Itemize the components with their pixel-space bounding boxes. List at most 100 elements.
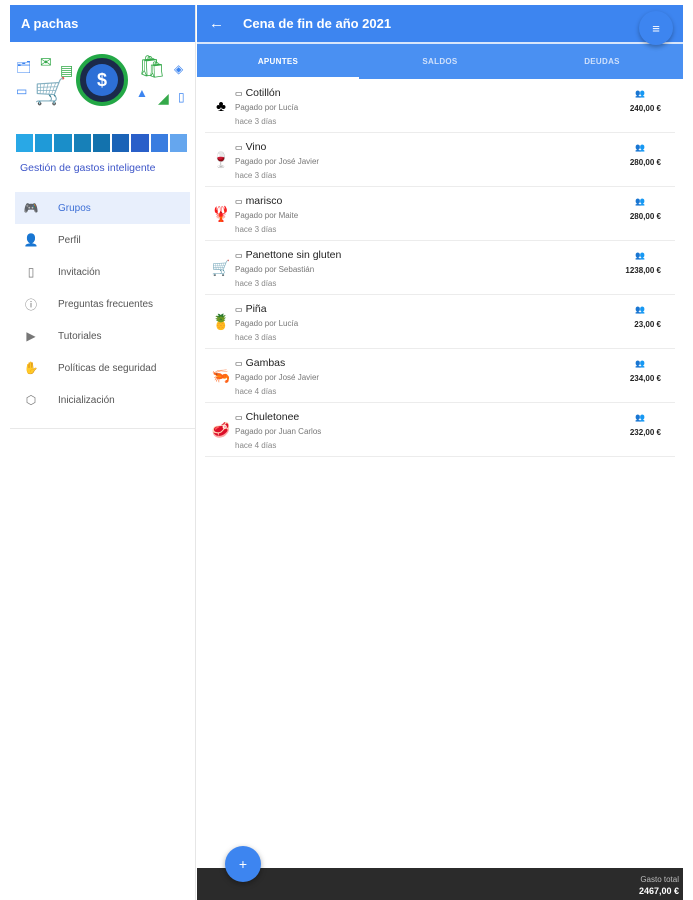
expense-name-wrap: ▭ marisco bbox=[235, 195, 282, 207]
cart-icon: 🗂 bbox=[16, 60, 32, 74]
tab-saldos[interactable]: SALDOS bbox=[359, 44, 521, 79]
expense-time: hace 3 días bbox=[235, 225, 277, 234]
sidebar-item-preguntas-frecuentes[interactable]: ⓘ Preguntas frecuentes bbox=[10, 288, 195, 320]
sidebar-item-label: Invitación bbox=[58, 266, 101, 278]
expense-amount: 234,00 € bbox=[629, 374, 661, 383]
sidebar-menu: 🎮 Grupos 👤 Perfil ▯ Invitación ⓘ Preguntas frec… bbox=[10, 192, 195, 429]
sidebar-item-políticas-de-seguridad[interactable]: ✋ Políticas de seguridad bbox=[10, 352, 195, 384]
palette-swatch bbox=[92, 134, 111, 152]
back-arrow-icon[interactable]: ← bbox=[209, 15, 233, 32]
expense-name-wrap: ▭ Chuletonee bbox=[235, 411, 299, 423]
sidebar-item-label: Perfil bbox=[58, 234, 81, 246]
expense-name-wrap: ▭ Panettone sin gluten bbox=[235, 249, 341, 261]
expense-name: Cotillón bbox=[245, 87, 281, 99]
sidebar-item-label: Preguntas frecuentes bbox=[58, 298, 154, 310]
expense-time: hace 4 días bbox=[235, 387, 277, 396]
tab-deudas[interactable]: DEUDAS bbox=[521, 44, 683, 79]
expense-category-icon: 🦐 bbox=[211, 368, 231, 385]
plus-icon: + bbox=[238, 856, 248, 872]
sidebar-item-grupos[interactable]: 🎮 Grupos bbox=[15, 192, 190, 224]
expense-time: hace 3 días bbox=[235, 117, 277, 126]
sidebar: A pachas 🗂 ✉ ▤ ▭ 🛒 $ 🛍 ◈ ▲ ◢ ▯ Gestión d… bbox=[10, 5, 196, 900]
palette-swatch bbox=[54, 134, 72, 152]
expense-time: hace 4 días bbox=[235, 441, 277, 450]
user-icon: 👤 bbox=[23, 233, 39, 247]
sidebar-item-inicialización[interactable]: ⬡ Inicialización bbox=[10, 384, 195, 416]
expense-name-wrap: ▭ Vino bbox=[235, 141, 266, 153]
expense-name: marisco bbox=[245, 195, 283, 207]
expense-amount: 232,00 € bbox=[629, 428, 661, 437]
palette-swatch bbox=[112, 134, 130, 152]
expense-row[interactable]: ♣ ▭ Cotillón Pagado por Lucía hace 3 días 👥 24… bbox=[205, 79, 675, 133]
palette-swatch bbox=[150, 134, 168, 152]
phone-icon: ▯ bbox=[27, 265, 35, 279]
sidebar-item-perfil[interactable]: 👤 Perfil bbox=[10, 224, 195, 256]
receipt-tag-icon: ▭ bbox=[235, 197, 243, 206]
expense-time: hace 3 días bbox=[235, 279, 277, 288]
hand-icon: ✋ bbox=[23, 361, 39, 375]
expense-name-wrap: ▭ Gambas bbox=[235, 357, 285, 369]
sidebar-item-label: Políticas de seguridad bbox=[58, 362, 157, 374]
expense-row[interactable]: 🦞 ▭ marisco Pagado por Maite hace 3 días 👥 280… bbox=[205, 187, 675, 241]
participants-icon: 👥 bbox=[635, 251, 645, 260]
expense-amount: 1238,00 € bbox=[625, 266, 661, 275]
participants-icon: 👥 bbox=[635, 89, 645, 98]
sidebar-title: A pachas bbox=[10, 5, 195, 42]
add-expense-button[interactable]: + bbox=[225, 846, 261, 882]
brand-tagline: Gestión de gastos inteligente bbox=[20, 162, 156, 174]
expense-category-icon: ♣ bbox=[216, 98, 226, 115]
expense-time: hace 3 días bbox=[235, 171, 277, 180]
palette-swatch bbox=[169, 134, 187, 152]
receipt-tag-icon: ▭ bbox=[235, 359, 243, 368]
group-title: Cena de fin de año 2021 bbox=[243, 16, 392, 31]
expense-category-icon: 🦞 bbox=[211, 206, 231, 223]
expense-row[interactable]: 🛒 ▭ Panettone sin gluten Pagado por Sebasti… bbox=[205, 241, 675, 295]
tab-apuntes[interactable]: APUNTES bbox=[197, 44, 359, 79]
expense-row[interactable]: 🍍 ▭ Piña Pagado por Lucía hace 3 días 👥 23,00 … bbox=[205, 295, 675, 349]
receipt-tag-icon: ▭ bbox=[235, 89, 243, 98]
document-icon: ▯ bbox=[178, 90, 185, 104]
color-palette bbox=[16, 134, 189, 152]
play-icon: ▶ bbox=[26, 329, 36, 343]
expense-amount: 240,00 € bbox=[629, 104, 661, 113]
participants-icon: 👥 bbox=[635, 413, 645, 422]
palette-swatch bbox=[16, 134, 34, 152]
expense-amount: 280,00 € bbox=[629, 158, 661, 167]
expense-category-icon: 🍍 bbox=[211, 314, 231, 331]
menu-button[interactable]: ≡ bbox=[639, 11, 673, 45]
expense-name: Panettone sin gluten bbox=[245, 249, 342, 261]
expense-name: Chuletonee bbox=[245, 411, 300, 423]
total-value: 2467,00 € bbox=[638, 886, 679, 896]
hexagon-icon: ⬡ bbox=[25, 393, 37, 407]
sidebar-item-invitación[interactable]: ▯ Invitación bbox=[10, 256, 195, 288]
expense-name: Vino bbox=[245, 141, 267, 153]
expense-payer: Pagado por Juan Carlos bbox=[235, 427, 322, 436]
tab-bar: APUNTES SALDOS DEUDAS bbox=[197, 42, 683, 79]
expense-row[interactable]: 🥩 ▭ Chuletonee Pagado por Juan Carlos hace 4… bbox=[205, 403, 675, 457]
expense-payer: Pagado por Lucía bbox=[235, 319, 299, 328]
money-icon: ✉ bbox=[40, 54, 52, 70]
expense-name: Gambas bbox=[245, 357, 286, 369]
shopping-bag-icon: 🛍 bbox=[138, 54, 166, 79]
chart-icon: ◢ bbox=[158, 90, 169, 106]
palette-swatch bbox=[73, 134, 91, 152]
app-logo: 🗂 ✉ ▤ ▭ 🛒 $ 🛍 ◈ ▲ ◢ ▯ bbox=[10, 54, 195, 134]
sidebar-item-label: Inicialización bbox=[58, 394, 115, 406]
gamepad-icon: 🎮 bbox=[23, 201, 39, 215]
expense-category-icon: 🍷 bbox=[211, 152, 231, 169]
participants-icon: 👥 bbox=[635, 359, 645, 368]
top-bar: ← Cena de fin de año 2021 ≡ bbox=[197, 5, 683, 45]
participants-icon: 👥 bbox=[635, 143, 645, 152]
info-icon: ⓘ bbox=[24, 297, 37, 312]
total-footer: Gasto total 2467,00 € bbox=[197, 868, 683, 900]
expense-row[interactable]: 🦐 ▭ Gambas Pagado por José Javier hace 4 día… bbox=[205, 349, 675, 403]
main-panel: ← Cena de fin de año 2021 ≡ APUNTES SALD… bbox=[197, 5, 683, 900]
palette-swatch bbox=[131, 134, 149, 152]
sidebar-item-tutoriales[interactable]: ▶ Tutoriales bbox=[10, 320, 195, 352]
expense-row[interactable]: 🍷 ▭ Vino Pagado por José Javier hace 3 días 👥… bbox=[205, 133, 675, 187]
expense-list: ♣ ▭ Cotillón Pagado por Lucía hace 3 días 👥 24… bbox=[197, 79, 683, 457]
receipt-tag-icon: ▭ bbox=[235, 413, 243, 422]
receipt-tag-icon: ▭ bbox=[235, 251, 243, 260]
expense-category-icon: 🥩 bbox=[211, 422, 231, 439]
expense-payer: Pagado por José Javier bbox=[235, 157, 320, 166]
